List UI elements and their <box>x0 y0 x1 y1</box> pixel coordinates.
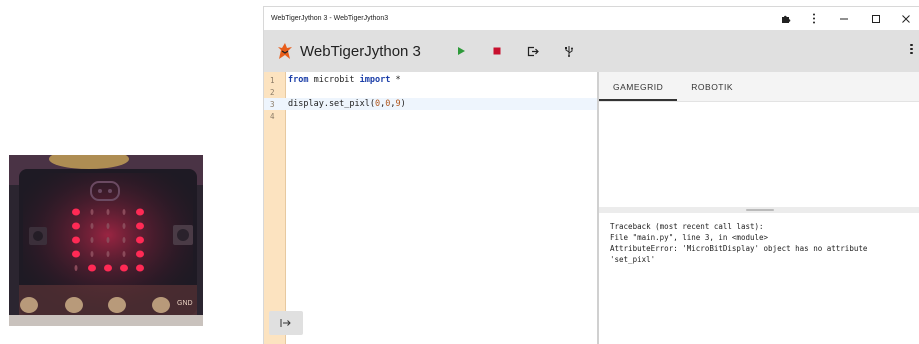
led-on <box>72 236 80 244</box>
led-off <box>106 209 110 215</box>
led-off <box>90 209 94 215</box>
close-icon[interactable] <box>892 7 919 30</box>
window-title: WebTigerJython 3 - WebTigerJython3 <box>271 15 389 22</box>
led-off <box>106 223 110 229</box>
led-on <box>136 236 144 244</box>
app-name: WebTigerJython 3 <box>300 42 421 60</box>
console-line: 'set_pixl' <box>610 255 656 264</box>
led-off <box>90 223 94 229</box>
module-name: microbit <box>308 75 360 85</box>
webtigerjython-window: WebTigerJython 3 - WebTigerJython3 WebTi <box>263 6 919 344</box>
usb-icon <box>565 46 573 57</box>
led-off <box>122 209 126 215</box>
console-line: Traceback (most recent call last): <box>610 222 764 231</box>
led-off <box>90 237 94 243</box>
call-prefix: display.set_pixl( <box>288 99 375 109</box>
puzzle-icon[interactable] <box>772 7 800 30</box>
tab-gamegrid[interactable]: GAMEGRID <box>599 72 678 101</box>
led-on <box>72 250 80 258</box>
run-button[interactable] <box>443 36 479 66</box>
console-line: AttributeError: 'MicroBitDisplay' object… <box>610 244 868 253</box>
line-number: 1 <box>270 75 275 85</box>
led-on <box>136 250 144 258</box>
tiger-logo-icon <box>278 43 292 59</box>
keyword-from: from <box>288 75 309 85</box>
export-icon <box>527 46 539 56</box>
microbit-photo: GND <box>9 155 203 326</box>
led-off <box>122 251 126 257</box>
play-icon <box>458 47 465 55</box>
led-on <box>136 222 144 230</box>
line-number: 3 <box>270 99 275 109</box>
led-on <box>72 222 80 230</box>
call-suffix: ) <box>400 99 406 109</box>
console-output: Traceback (most recent call last): File … <box>599 213 919 344</box>
gnd-label: GND <box>177 300 193 307</box>
led-off <box>74 265 78 271</box>
tab-robotik[interactable]: ROBOTIK <box>677 72 747 101</box>
arrow-to-right-icon <box>280 319 291 327</box>
led-off <box>122 223 126 229</box>
microbit-illustration: GND <box>9 155 203 326</box>
stop-button[interactable] <box>479 36 515 66</box>
led-on <box>136 264 144 272</box>
usb-button[interactable] <box>551 36 587 66</box>
import-star: * <box>390 75 401 85</box>
code-line-2[interactable]: 2 <box>264 86 597 98</box>
panel-tabs: GAMEGRID ROBOTIK <box>599 72 919 102</box>
minimize-icon[interactable] <box>828 7 860 30</box>
led-off <box>106 237 110 243</box>
output-panel: GAMEGRID ROBOTIK Traceback (most recent … <box>599 72 919 344</box>
code-line-4[interactable]: 4 <box>264 110 597 122</box>
panel-toggle-button[interactable] <box>269 311 303 335</box>
keyword-import: import <box>359 75 391 85</box>
led-off <box>90 251 94 257</box>
toolbar: WebTigerJython 3 <box>264 30 919 72</box>
stop-icon <box>493 47 501 55</box>
led-off <box>122 237 126 243</box>
led-on <box>104 264 112 272</box>
export-button[interactable] <box>515 36 551 66</box>
code-line-1[interactable]: 1 from microbit import * <box>264 74 597 86</box>
led-on <box>88 264 96 272</box>
title-bar: WebTigerJython 3 - WebTigerJython3 <box>264 7 919 30</box>
console-line: File "main.py", line 3, in <module> <box>610 233 769 242</box>
led-on <box>72 208 80 216</box>
workspace: 1 from microbit import * 2 3 display.set… <box>264 72 919 344</box>
more-options-icon[interactable] <box>800 7 828 30</box>
led-on <box>136 208 144 216</box>
led-off <box>106 251 110 257</box>
toolbar-menu-icon[interactable] <box>910 42 914 56</box>
line-number: 2 <box>270 87 275 97</box>
maximize-icon[interactable] <box>860 7 892 30</box>
code-line-3[interactable]: 3 display.set_pixl(0,0,9) <box>264 98 597 110</box>
code-editor[interactable]: 1 from microbit import * 2 3 display.set… <box>264 72 599 344</box>
line-number: 4 <box>270 111 275 121</box>
led-on <box>120 264 128 272</box>
